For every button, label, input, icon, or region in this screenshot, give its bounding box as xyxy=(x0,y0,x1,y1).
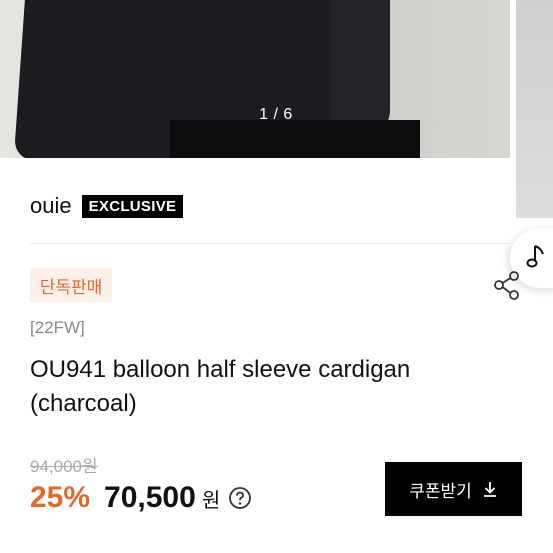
question-circle-icon xyxy=(229,487,252,509)
download-arrow-icon xyxy=(482,480,498,498)
model-arm-image xyxy=(330,0,390,140)
image-counter: 1 / 6 xyxy=(259,106,293,123)
get-coupon-button[interactable]: 쿠폰받기 xyxy=(385,462,522,516)
discount-rate: 25% xyxy=(30,481,91,514)
divider xyxy=(30,243,510,244)
share-icon xyxy=(494,271,519,300)
sale-price: 70,500 xyxy=(104,481,196,514)
brand-row: ouie EXCLUSIVE xyxy=(30,193,184,219)
price-help-button[interactable] xyxy=(228,486,252,510)
share-button[interactable] xyxy=(492,270,522,307)
exclusive-tag: EXCLUSIVE xyxy=(81,194,184,218)
product-title: OU941 balloon half sleeve cardigan (char… xyxy=(30,356,411,417)
exclusive-sale-badge: 단독판매 xyxy=(30,268,112,302)
original-price: 94,000원 xyxy=(30,457,98,476)
model-pants-image xyxy=(170,120,420,158)
season-label: [22FW] xyxy=(30,318,85,337)
next-image-preview[interactable] xyxy=(510,0,553,218)
brand-name[interactable]: ouie xyxy=(30,193,72,219)
price-row: 25% 70,500 원 xyxy=(30,481,252,515)
music-note-icon xyxy=(526,245,544,268)
product-image-gallery[interactable]: 1 / 6 xyxy=(0,0,510,158)
currency-label: 원 xyxy=(201,489,221,512)
coupon-button-label: 쿠폰받기 xyxy=(409,481,472,501)
